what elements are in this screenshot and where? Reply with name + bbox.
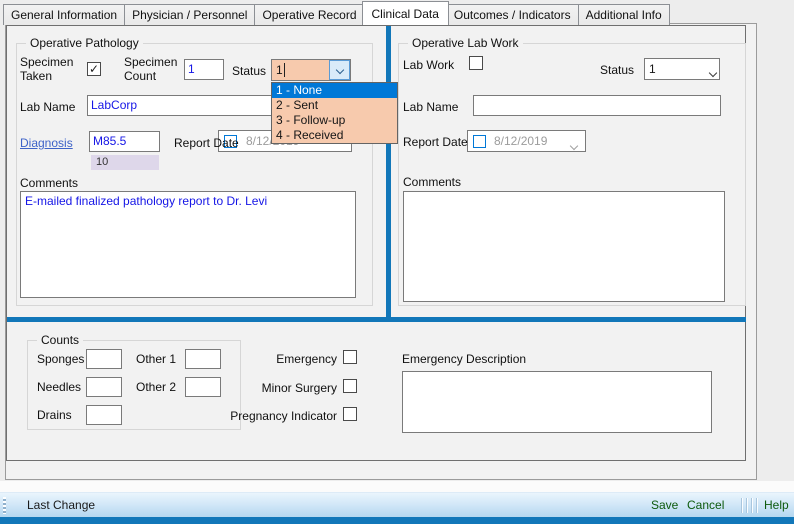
tab[interactable]: Clinical Data <box>362 1 449 25</box>
help-button[interactable]: Help <box>764 498 789 512</box>
tab[interactable]: Outcomes / Indicators <box>446 4 579 25</box>
status-option[interactable]: 1 - None <box>272 83 397 98</box>
chevron-down-icon <box>710 65 716 79</box>
status-option[interactable]: 3 - Follow-up <box>272 113 397 128</box>
report-date-label: Report Date <box>174 136 239 150</box>
status-combobox[interactable]: 1 <box>644 58 720 80</box>
count-item: Needles <box>37 377 122 397</box>
comments-textarea[interactable]: E-mailed finalized pathology report to D… <box>20 191 356 298</box>
diagnosis-link[interactable]: Diagnosis <box>20 136 73 150</box>
report-date-value: 8/12/2019 <box>494 134 547 148</box>
text-caret <box>284 63 285 77</box>
emergency-description-textarea[interactable] <box>402 371 712 433</box>
horizontal-divider <box>7 317 746 322</box>
lab-work-label: Lab Work <box>403 58 454 72</box>
diagnosis-detail-field: 10 <box>91 155 159 170</box>
comments-label: Comments <box>403 175 461 189</box>
lab-name-label: Lab Name <box>403 100 458 114</box>
comments-textarea[interactable] <box>403 191 725 302</box>
pregnancy-indicator-checkbox[interactable] <box>343 407 357 421</box>
statusbar: Last Change Save Cancel Help <box>0 492 794 517</box>
count-label: Other 2 <box>136 380 185 394</box>
status-option[interactable]: 4 - Received <box>272 128 397 143</box>
last-change-label: Last Change <box>27 498 95 512</box>
tab[interactable]: Physician / Personnel <box>124 4 255 25</box>
count-item: Drains <box>37 405 122 425</box>
status-option-label: 2 - Sent <box>276 98 318 112</box>
status-option-label: 4 - Received <box>276 128 343 142</box>
status-label: Status <box>232 64 266 78</box>
specimen-taken-label: Specimen Taken <box>20 55 82 83</box>
emergency-description-label: Emergency Description <box>402 352 526 366</box>
specimen-count-label: Specimen Count <box>124 55 186 83</box>
tab-label: General Information <box>11 8 117 22</box>
emergency-label: Emergency <box>200 352 337 366</box>
tab[interactable]: Additional Info <box>578 4 670 25</box>
status-option-label: 1 - None <box>276 83 322 97</box>
group-title: Operative Pathology <box>26 36 143 50</box>
tab-bar: General Information Physician / Personne… <box>3 1 669 25</box>
count-label: Needles <box>37 380 86 394</box>
tab-label: Operative Record <box>262 8 356 22</box>
lab-work-checkbox[interactable] <box>469 56 483 70</box>
count-input[interactable] <box>86 405 122 425</box>
lab-name-label: Lab Name <box>20 100 75 114</box>
clinical-data-window: General Information Physician / Personne… <box>0 0 794 524</box>
count-label: Drains <box>37 408 86 422</box>
report-date-label: Report Date <box>403 135 468 149</box>
status-option-label: 3 - Follow-up <box>276 113 345 127</box>
minor-surgery-checkbox[interactable] <box>343 379 357 393</box>
toolbar-separator <box>741 498 757 513</box>
diagnosis-input[interactable]: M85.5 <box>89 131 160 152</box>
status-label: Status <box>600 63 634 77</box>
comments-label: Comments <box>20 176 78 190</box>
specimen-count-input[interactable]: 1 <box>184 59 224 80</box>
chevron-down-icon <box>571 138 577 152</box>
count-input[interactable] <box>86 377 122 397</box>
minor-surgery-label: Minor Surgery <box>200 381 337 395</box>
pregnancy-indicator-label: Pregnancy Indicator <box>200 409 337 423</box>
tab-label: Clinical Data <box>372 7 439 21</box>
tab[interactable]: General Information <box>3 4 125 25</box>
status-combo-value: 1 <box>276 63 283 77</box>
group-title: Counts <box>37 333 83 347</box>
report-date-checkbox[interactable] <box>473 135 486 148</box>
emergency-checkbox[interactable] <box>343 350 357 364</box>
lab-name-input[interactable] <box>473 95 721 116</box>
tab-label: Outcomes / Indicators <box>454 8 571 22</box>
group-title: Operative Lab Work <box>408 36 523 50</box>
statusbar-grip[interactable] <box>3 497 6 514</box>
status-option[interactable]: 2 - Sent <box>272 98 397 113</box>
tab-label: Physician / Personnel <box>132 8 247 22</box>
count-label: Other 1 <box>136 352 185 366</box>
count-input[interactable] <box>86 349 122 369</box>
save-button[interactable]: Save <box>651 498 678 512</box>
cancel-button[interactable]: Cancel <box>687 498 724 512</box>
status-combobox[interactable]: 1 <box>271 59 351 81</box>
vertical-divider <box>386 26 391 318</box>
status-dropdown-list: 1 - None 2 - Sent 3 - Follow-up 4 - Rece… <box>271 82 398 144</box>
form-gap <box>0 481 794 492</box>
count-label: Sponges <box>37 352 86 366</box>
report-date-control[interactable]: 8/12/2019 <box>467 130 586 152</box>
window-bottom-accent <box>0 517 794 524</box>
combo-dropdown-button[interactable] <box>329 60 350 80</box>
count-item: Sponges <box>37 349 122 369</box>
counts-grid: Sponges Other 1 Needles Other 2 Drains <box>37 349 221 425</box>
tab[interactable]: Operative Record <box>254 4 364 25</box>
tab-label: Additional Info <box>586 8 662 22</box>
chevron-down-icon <box>335 66 343 74</box>
specimen-taken-checkbox[interactable]: ✓ <box>87 62 101 76</box>
status-combo-value: 1 <box>649 62 656 76</box>
